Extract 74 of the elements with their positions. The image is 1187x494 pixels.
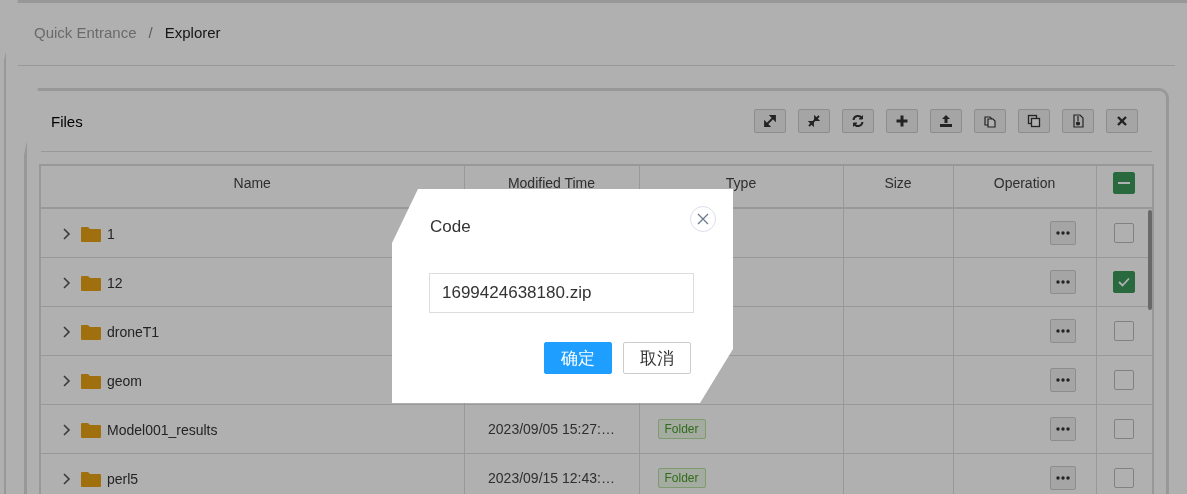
file-name[interactable]: 12: [107, 274, 123, 291]
more-button[interactable]: [1049, 270, 1076, 294]
chevron-icon[interactable]: [61, 423, 71, 436]
breadcrumb-separator: /: [148, 24, 153, 43]
zip-icon: [1071, 114, 1085, 128]
refresh-icon: [851, 114, 865, 128]
more-button[interactable]: [1049, 221, 1076, 245]
check-icon: [1118, 277, 1130, 287]
dots-icon: [1055, 476, 1070, 480]
chevron-icon[interactable]: [61, 325, 71, 338]
folder-icon: [81, 372, 101, 389]
folder-icon: [81, 470, 101, 487]
input-field[interactable]: 1699424638180.zip: [429, 273, 694, 313]
column-header: Name: [233, 174, 271, 191]
folder-icon: [81, 225, 101, 242]
chevron-icon[interactable]: [61, 227, 71, 240]
column-header: Size: [884, 174, 912, 191]
expand-button[interactable]: [754, 109, 786, 133]
more-button[interactable]: [1049, 466, 1076, 490]
plus-button[interactable]: [886, 109, 918, 133]
dots-icon: [1055, 231, 1070, 235]
type-tag: Folder: [657, 419, 706, 439]
folder-icon: [81, 323, 101, 340]
chevron-icon[interactable]: [61, 472, 71, 485]
upload-icon: [939, 114, 953, 128]
zip-button[interactable]: [1062, 109, 1094, 133]
file-name[interactable]: geom: [107, 372, 143, 389]
checkbox[interactable]: [1114, 468, 1134, 488]
type-tag: Folder: [657, 468, 706, 488]
more-button[interactable]: [1049, 319, 1076, 343]
dots-icon: [1055, 427, 1070, 431]
close-icon: [1115, 114, 1129, 128]
checkbox[interactable]: [1114, 223, 1134, 243]
checkbox[interactable]: [1114, 321, 1134, 341]
breadcrumb-current: Explorer: [164, 24, 221, 43]
file-name[interactable]: droneT1: [107, 323, 160, 340]
plus-icon: [895, 114, 909, 128]
modified-time: 2023/09/15 12:43:…: [488, 470, 615, 486]
checkbox[interactable]: [1114, 419, 1134, 439]
more-button[interactable]: [1049, 368, 1076, 392]
cancel-button[interactable]: 取消: [623, 342, 691, 374]
close-button[interactable]: [690, 206, 716, 232]
expand-icon: [763, 114, 777, 128]
dots-icon: [1055, 378, 1070, 382]
folder-icon: [81, 421, 101, 438]
column-header: Operation: [993, 174, 1056, 191]
modified-time: 2023/09/05 15:27:…: [488, 421, 615, 437]
chevron-icon[interactable]: [61, 374, 71, 387]
close-icon: [697, 213, 709, 225]
dialog-title: Code: [430, 217, 471, 237]
select-all-checkbox[interactable]: [1113, 171, 1135, 194]
refresh-button[interactable]: [842, 109, 874, 133]
panel-title: Files: [50, 112, 83, 130]
compress-button[interactable]: [798, 109, 830, 133]
checkbox[interactable]: [1114, 370, 1134, 390]
compress-icon: [807, 114, 821, 128]
scrollbar[interactable]: [1148, 210, 1152, 310]
file-name[interactable]: Model001_results: [107, 421, 218, 438]
checkbox[interactable]: [1113, 271, 1135, 293]
file-name[interactable]: perl5: [107, 470, 139, 487]
dots-icon: [1055, 329, 1070, 333]
dots-icon: [1055, 280, 1070, 284]
folder-icon: [81, 274, 101, 291]
copy-button[interactable]: [974, 109, 1006, 133]
file-name[interactable]: 1: [107, 225, 115, 242]
column-header: Type: [725, 174, 757, 191]
more-button[interactable]: [1049, 417, 1076, 441]
upload-button[interactable]: [930, 109, 962, 133]
copy-icon: [983, 114, 997, 128]
clone-button[interactable]: [1018, 109, 1050, 133]
chevron-icon[interactable]: [61, 276, 71, 289]
clone-icon: [1027, 114, 1041, 128]
close-button[interactable]: [1106, 109, 1138, 133]
column-header: Modified Time: [507, 174, 596, 191]
